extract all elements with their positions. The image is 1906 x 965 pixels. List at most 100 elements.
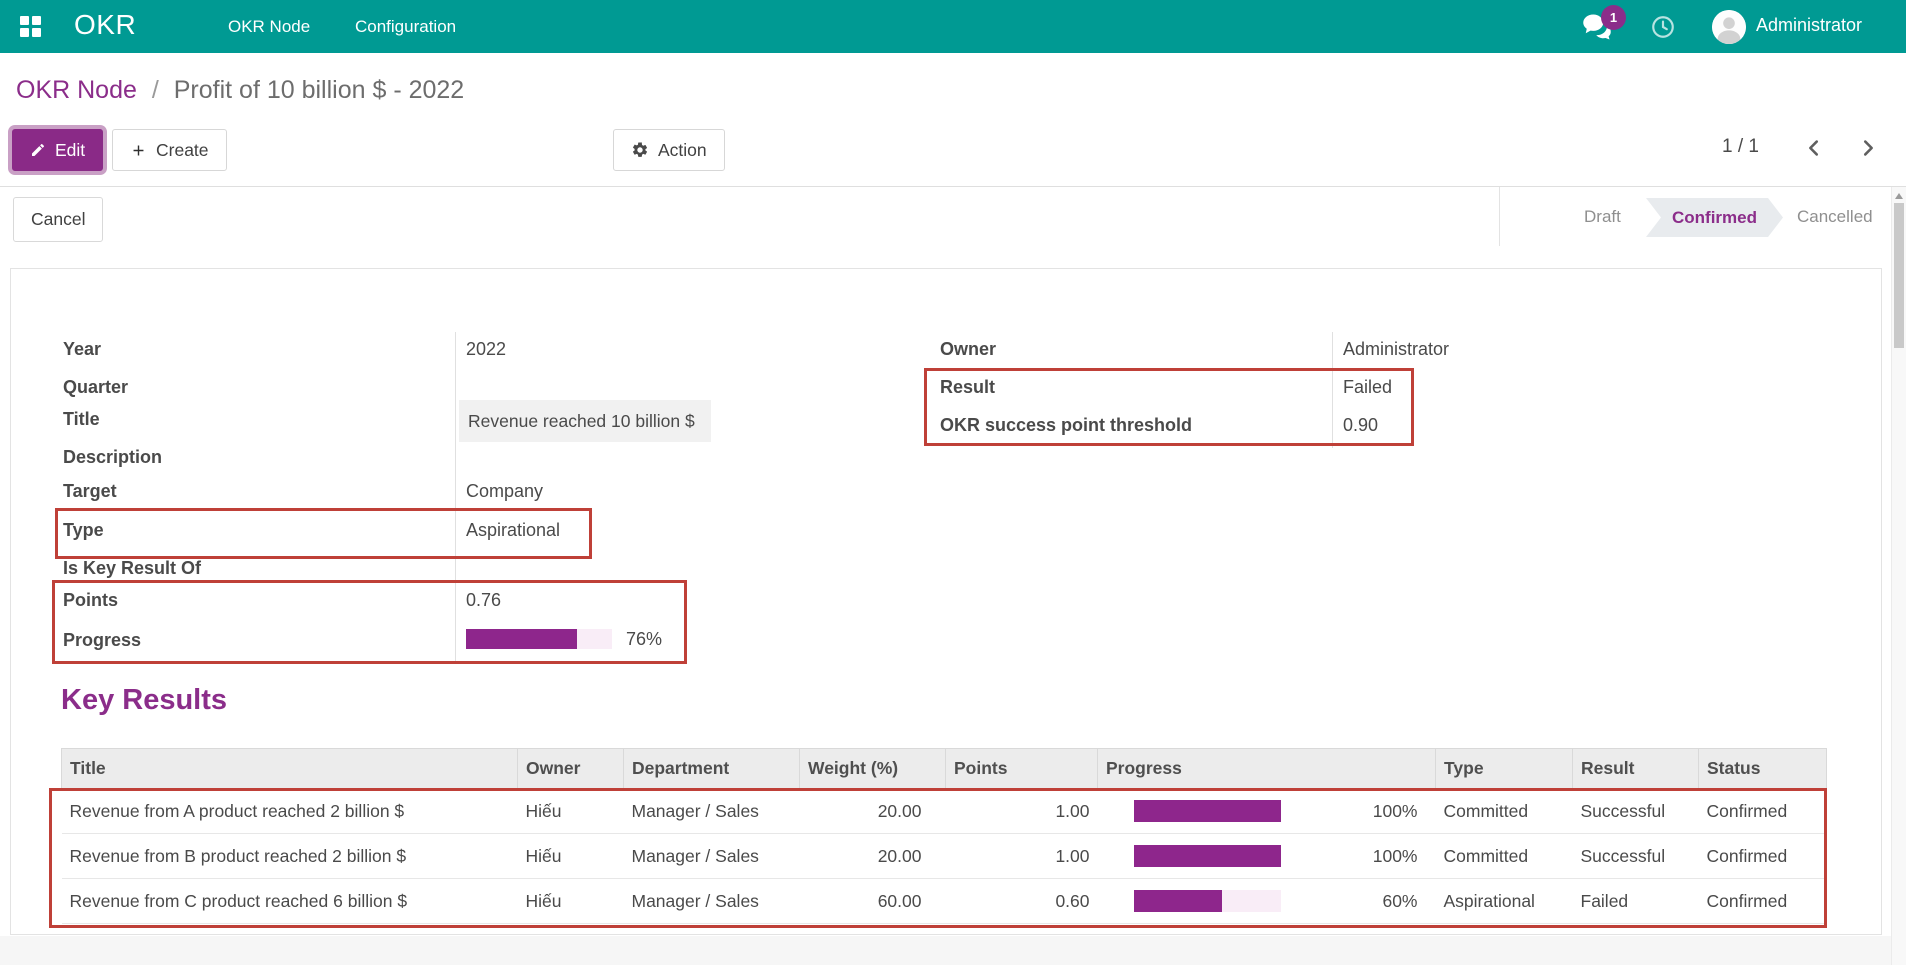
status-stage-confirmed[interactable]: Confirmed	[1646, 198, 1783, 237]
cell-department: Manager / Sales	[624, 879, 800, 924]
pager-count: 1 / 1	[1722, 136, 1759, 158]
progress-bar-fill	[466, 629, 577, 649]
left-column-separator	[455, 332, 456, 662]
menu-configuration[interactable]: Configuration	[355, 0, 456, 53]
cell-points: 0.60	[946, 879, 1098, 924]
cell-owner: Hiếu	[518, 879, 624, 924]
cell-status: Confirmed	[1699, 834, 1827, 879]
person-icon	[1712, 10, 1746, 44]
action-button-label: Action	[658, 140, 707, 161]
cell-weight: 60.00	[800, 879, 946, 924]
column-header-progress[interactable]: Progress	[1098, 749, 1436, 789]
field-value-year: 2022	[466, 336, 506, 362]
page-bottom-strip	[0, 936, 1906, 965]
create-button[interactable]: Create	[112, 129, 227, 171]
cell-owner: Hiếu	[518, 789, 624, 834]
cancel-button[interactable]: Cancel	[13, 197, 103, 242]
okr-form-view: OKR OKR Node Configuration 1 Administrat…	[0, 0, 1906, 965]
column-header-title[interactable]: Title	[62, 749, 518, 789]
cell-result: Successful	[1573, 834, 1699, 879]
app-brand[interactable]: OKR	[74, 9, 136, 41]
column-header-result[interactable]: Result	[1573, 749, 1699, 789]
chevron-right-icon	[1857, 137, 1879, 159]
column-header-owner[interactable]: Owner	[518, 749, 624, 789]
cell-points: 1.00	[946, 834, 1098, 879]
column-header-department[interactable]: Department	[624, 749, 800, 789]
field-label-points: Points	[63, 587, 118, 613]
apps-menu-icon[interactable]	[20, 16, 41, 37]
cell-department: Manager / Sales	[624, 789, 800, 834]
cell-progress: 100%	[1098, 789, 1436, 834]
cell-status: Confirmed	[1699, 879, 1827, 924]
cell-type: Committed	[1436, 834, 1573, 879]
cell-type: Aspirational	[1436, 879, 1573, 924]
cell-title: Revenue from C product reached 6 billion…	[62, 879, 518, 924]
row-progress-bar	[1134, 890, 1281, 912]
field-label-owner: Owner	[940, 336, 996, 362]
cell-points: 1.00	[946, 789, 1098, 834]
key-result-row[interactable]: Revenue from A product reached 2 billion…	[62, 789, 1827, 834]
scrollbar-up-arrow-icon[interactable]	[1895, 193, 1903, 199]
column-header-status[interactable]: Status	[1699, 749, 1827, 789]
top-navbar: OKR OKR Node Configuration 1 Administrat…	[0, 0, 1906, 53]
pager-next-button[interactable]	[1850, 130, 1886, 166]
field-value-owner: Administrator	[1343, 336, 1449, 362]
field-value-type: Aspirational	[466, 517, 560, 543]
menu-okr-node[interactable]: OKR Node	[228, 0, 310, 53]
field-label-is-key-result-of: Is Key Result Of	[63, 555, 201, 581]
field-value-okr-success-point-threshold: 0.90	[1343, 412, 1378, 438]
field-label-title: Title	[63, 406, 100, 432]
key-result-row[interactable]: Revenue from B product reached 2 billion…	[62, 834, 1827, 879]
field-label-target: Target	[63, 478, 117, 504]
cell-weight: 20.00	[800, 834, 946, 879]
row-progress-percent: 100%	[1373, 846, 1418, 867]
action-button[interactable]: Action	[613, 129, 725, 171]
scrollbar-thumb[interactable]	[1894, 203, 1904, 348]
field-value-title: Revenue reached 10 billion $	[459, 400, 711, 442]
status-stage-draft[interactable]: Draft	[1584, 207, 1621, 227]
cell-result: Successful	[1573, 789, 1699, 834]
key-results-table: Title Owner Department Weight (%) Points…	[61, 748, 1827, 924]
cell-weight: 20.00	[800, 789, 946, 834]
field-label-description: Description	[63, 444, 162, 470]
pager-previous-button[interactable]	[1796, 130, 1832, 166]
key-results-table-header: Title Owner Department Weight (%) Points…	[62, 749, 1827, 789]
user-avatar[interactable]	[1712, 10, 1746, 44]
vertical-scrollbar[interactable]	[1891, 187, 1906, 965]
field-label-result: Result	[940, 374, 995, 400]
field-value-points: 0.76	[466, 587, 501, 613]
breadcrumb-parent-link[interactable]: OKR Node	[16, 76, 137, 104]
messages-count-badge: 1	[1601, 5, 1626, 30]
cell-progress: 100%	[1098, 834, 1436, 879]
column-header-type[interactable]: Type	[1436, 749, 1573, 789]
progress-bar	[466, 629, 612, 649]
progress-percent-label: 76%	[626, 626, 662, 652]
cell-owner: Hiếu	[518, 834, 624, 879]
field-value-result: Failed	[1343, 374, 1392, 400]
edit-button[interactable]: Edit	[12, 129, 103, 171]
cell-result: Failed	[1573, 879, 1699, 924]
field-value-target: Company	[466, 478, 543, 504]
status-stage-cancelled[interactable]: Cancelled	[1797, 207, 1873, 227]
create-button-label: Create	[156, 140, 209, 161]
column-header-points[interactable]: Points	[946, 749, 1098, 789]
field-label-okr-success-point-threshold: OKR success point threshold	[940, 412, 1192, 438]
row-progress-percent: 60%	[1382, 891, 1417, 912]
row-progress-bar-fill	[1134, 845, 1281, 867]
statusbar-divider	[1499, 187, 1500, 246]
row-progress-bar-fill	[1134, 800, 1281, 822]
row-progress-percent: 100%	[1373, 801, 1418, 822]
user-name[interactable]: Administrator	[1756, 15, 1862, 36]
field-label-quarter: Quarter	[63, 374, 128, 400]
breadcrumb: OKR Node / Profit of 10 billion $ - 2022	[16, 76, 464, 105]
activities-clock-icon[interactable]	[1650, 14, 1676, 45]
field-label-progress: Progress	[63, 627, 141, 653]
cell-title: Revenue from B product reached 2 billion…	[62, 834, 518, 879]
column-header-weight[interactable]: Weight (%)	[800, 749, 946, 789]
breadcrumb-separator: /	[144, 76, 167, 104]
key-result-row[interactable]: Revenue from C product reached 6 billion…	[62, 879, 1827, 924]
edit-button-label: Edit	[55, 140, 85, 161]
plus-icon	[130, 142, 147, 159]
cancel-button-label: Cancel	[31, 209, 85, 230]
right-column-separator	[1332, 332, 1333, 448]
